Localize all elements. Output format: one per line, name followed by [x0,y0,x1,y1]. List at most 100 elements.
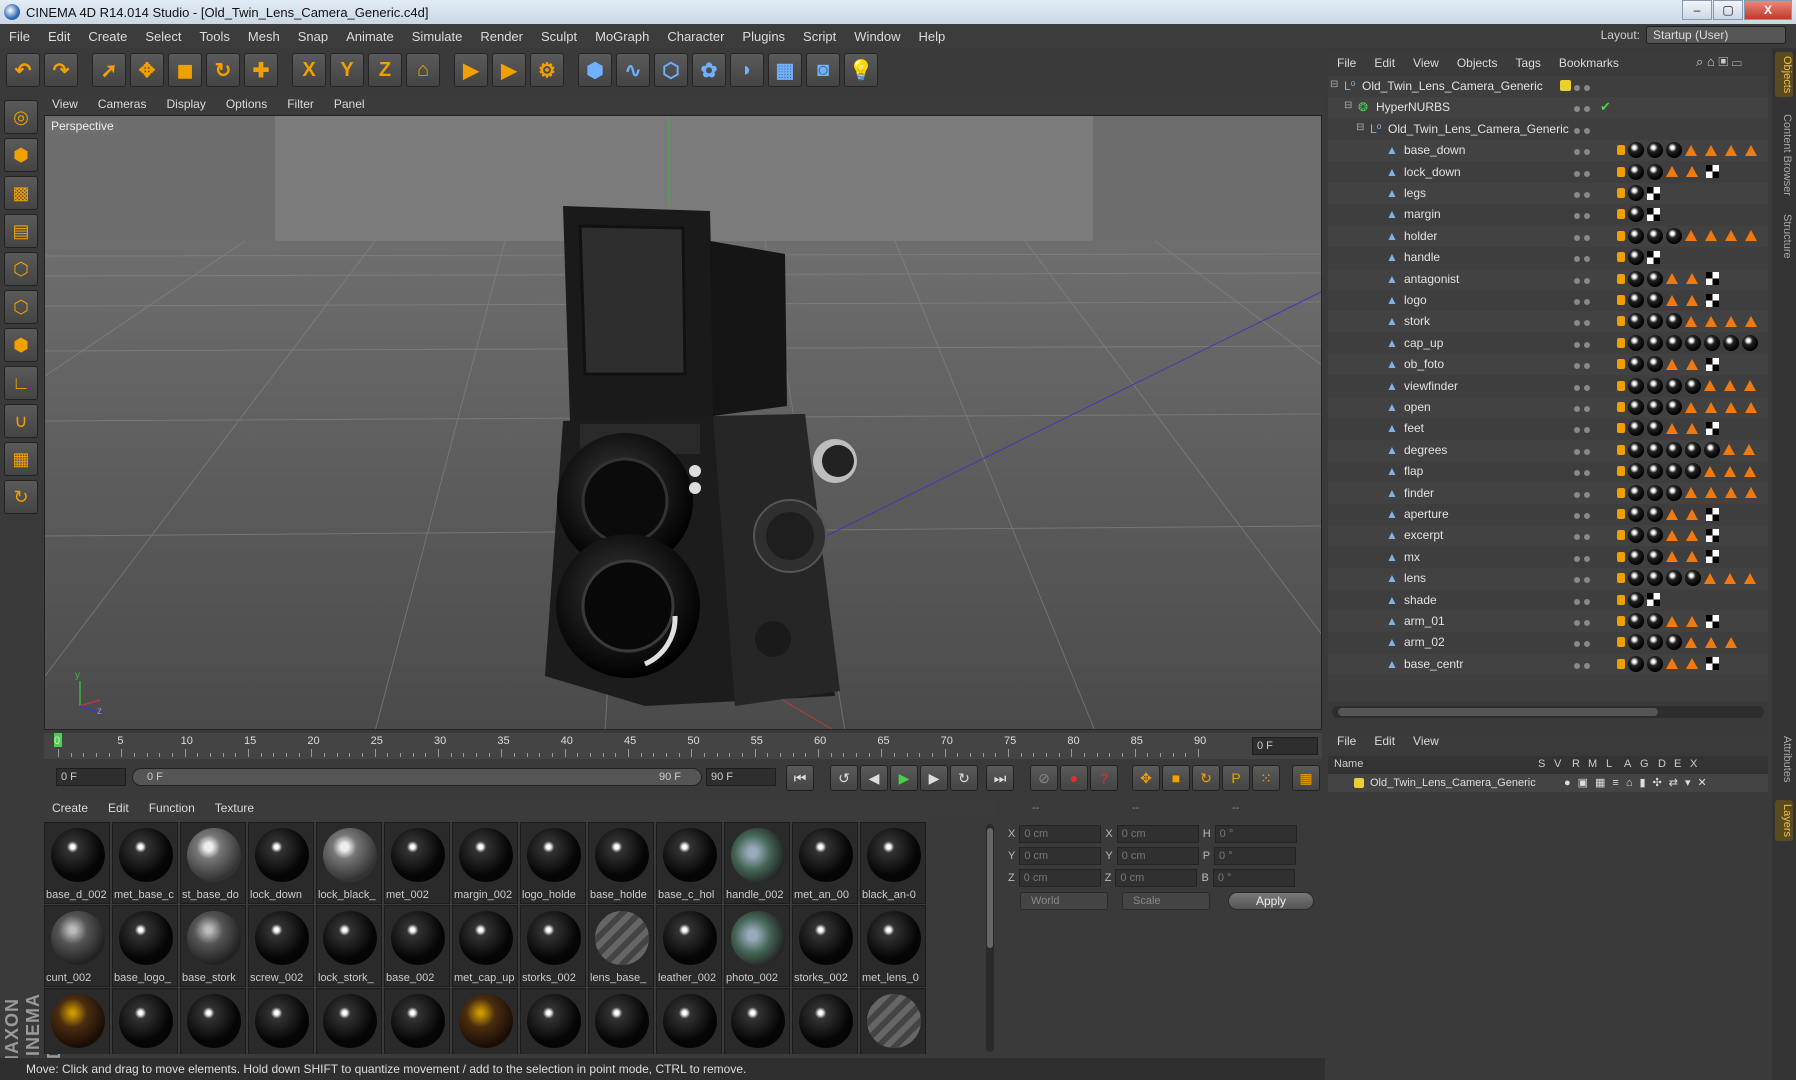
object-name[interactable]: arm_02 [1404,635,1445,649]
render-visibility-dot[interactable] [1584,341,1590,348]
apply-button[interactable]: Apply [1228,892,1314,910]
phong-tag-icon[interactable] [1617,230,1625,241]
material-tag-icon[interactable] [1647,506,1663,522]
object-name[interactable]: mx [1404,550,1420,564]
object-tree-scrollbar[interactable] [1332,706,1764,718]
editor-visibility-dot[interactable] [1574,406,1580,412]
selection-tag-icon[interactable] [1725,315,1737,327]
render-visibility-dot[interactable] [1584,299,1590,305]
next-keyframe-button[interactable]: ↻ [950,765,978,791]
size-x-field[interactable]: 0 cm [1116,825,1199,843]
cube-button[interactable]: ⬢ [578,53,612,87]
material-tag-icon[interactable] [1647,570,1663,587]
object-name[interactable]: flap [1404,464,1423,478]
visibility-dots[interactable] [1574,144,1596,156]
selection-tag-icon[interactable] [1745,487,1757,499]
editor-visibility-dot[interactable] [1574,448,1580,455]
material-tag-icon[interactable] [1685,377,1701,394]
material-tag-icon[interactable] [1666,570,1682,587]
object-row[interactable]: ▲ mx [1328,547,1768,568]
material-swatch[interactable]: base_holde [588,822,654,904]
timeline-window-button[interactable]: ▦ [1292,765,1320,791]
phong-tag-icon[interactable] [1617,273,1625,284]
keyframe-selection-button[interactable]: ? [1090,765,1118,791]
material-tag-icon[interactable] [1647,441,1663,458]
material-tag-icon[interactable] [1685,334,1701,351]
workplane-button[interactable]: ▤ [4,214,38,248]
selection-tag-icon[interactable] [1704,380,1716,392]
layer-menu-file[interactable]: File [1328,734,1365,748]
visibility-dots[interactable] [1574,166,1596,178]
material-swatch[interactable]: lock_black_ [316,822,382,904]
selection-tag-icon[interactable] [1704,572,1716,584]
object-row[interactable]: ▲ cap_up [1328,333,1768,354]
layer-column-r[interactable]: R [1572,758,1580,770]
texture-mode-button[interactable]: ▩ [4,176,38,210]
start-frame-field[interactable]: 0 F [56,768,126,786]
menu-snap[interactable]: Snap [289,29,337,44]
edges-mode-button[interactable]: ⬡ [4,290,38,324]
layer-column-x[interactable]: X [1690,758,1697,770]
layer-column-v[interactable]: V [1554,758,1561,770]
render-visibility-dot[interactable] [1584,106,1590,113]
object-name[interactable]: open [1404,400,1431,414]
material-swatch[interactable]: met_cap_up [452,905,518,987]
selection-tag-icon[interactable] [1686,508,1698,520]
selection-tag-icon[interactable] [1725,487,1737,499]
visibility-dots[interactable] [1574,315,1596,327]
previous-frame-button[interactable]: ◀ [860,765,888,791]
maximize-button[interactable]: ▢ [1713,0,1743,20]
tab-structure[interactable]: Structure [1775,210,1793,263]
object-name[interactable]: cap_up [1404,336,1443,350]
material-tag-icon[interactable] [1647,142,1663,159]
add-button[interactable]: ✚ [244,53,278,87]
material-tag-icon[interactable] [1647,292,1663,308]
end-frame-field[interactable]: 90 F [706,768,776,786]
material-tag-icon[interactable] [1628,613,1644,629]
record-active-button[interactable]: ⊘ [1030,765,1058,791]
home-icon[interactable]: ⌂ [1707,54,1715,69]
position-z-field[interactable]: 0 cm [1018,869,1101,887]
go-to-end-button[interactable]: ⏭ [986,765,1014,791]
material-tag-icon[interactable] [1628,591,1644,608]
menu-tools[interactable]: Tools [191,29,239,44]
floor-button[interactable]: ▦ [768,53,802,87]
material-swatch[interactable] [452,988,518,1054]
object-name[interactable]: logo [1404,293,1427,307]
object-name[interactable]: Old_Twin_Lens_Camera_Generic [1388,122,1569,136]
coordinate-system-button[interactable]: ⌂ [406,53,440,87]
visibility-dots[interactable] [1574,572,1596,584]
render-visibility-dot[interactable] [1584,192,1590,198]
editor-visibility-dot[interactable] [1574,127,1580,134]
object-row[interactable]: ⊟ L⁰ Old_Twin_Lens_Camera_Generic [1328,76,1768,97]
object-name[interactable]: feet [1404,421,1424,435]
phong-tag-icon[interactable] [1617,359,1625,370]
selection-tag-icon[interactable] [1744,572,1756,584]
object-menu-objects[interactable]: Objects [1448,56,1507,70]
editor-visibility-dot[interactable] [1574,470,1580,477]
maximize-panel-icon[interactable]: ▭ [1732,54,1742,69]
material-tag-icon[interactable] [1628,377,1644,394]
material-tag-icon[interactable] [1628,292,1644,308]
layer-row[interactable]: Old_Twin_Lens_Camera_Generic ●▣▦≡⌂▮✣⇄▾✕ [1328,774,1768,792]
close-button[interactable]: X [1744,0,1792,20]
editor-visibility-dot[interactable] [1574,299,1580,305]
uvw-tag-icon[interactable] [1706,528,1719,542]
material-swatch[interactable]: photo_002 [724,905,790,987]
tab-objects[interactable]: Objects [1775,52,1793,98]
object-row[interactable]: ▲ base_centr [1328,653,1768,675]
z-axis-button[interactable]: Z [368,53,402,87]
selection-tag-icon[interactable] [1705,230,1717,242]
object-name[interactable]: antagonist [1404,272,1459,286]
phong-tag-icon[interactable] [1617,637,1625,648]
object-row[interactable]: ▲ margin [1328,204,1768,225]
key-rotation-button[interactable]: ↻ [1192,765,1220,791]
selection-tag-icon[interactable] [1724,380,1736,392]
render-visibility-dot[interactable] [1584,662,1590,669]
material-swatch[interactable] [792,988,858,1054]
visibility-dots[interactable] [1574,101,1596,113]
layer-column-name[interactable]: Name [1334,758,1363,770]
material-swatch[interactable] [316,988,382,1054]
editor-visibility-dot[interactable] [1574,491,1580,498]
render-visibility-dot[interactable] [1584,213,1590,220]
